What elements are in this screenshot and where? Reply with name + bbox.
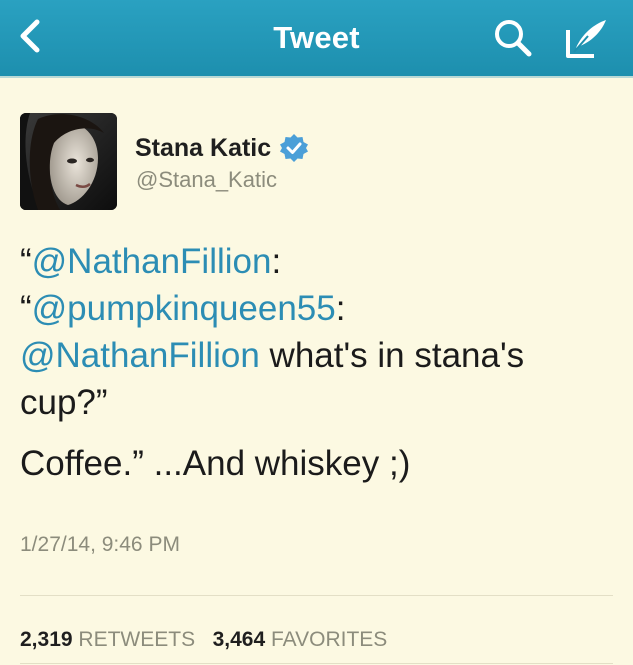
favorites-label: FAVORITES	[271, 628, 388, 651]
mention-link[interactable]: @NathanFillion	[32, 242, 272, 281]
tweet-text: “@NathanFillion: “@pumpkinqueen55: @Nathan…	[20, 238, 615, 487]
tweet-paragraph: Coffee.” ...And whiskey ;)	[20, 444, 411, 483]
favorites-stat[interactable]: 3,464 FAVORITES	[213, 628, 388, 651]
search-icon	[495, 20, 532, 57]
retweets-stat[interactable]: 2,319 RETWEETS	[20, 628, 195, 651]
author-name[interactable]: Stana Katic	[135, 134, 271, 163]
compose-tweet-icon	[566, 20, 606, 58]
search-button[interactable]	[488, 14, 538, 62]
avatar[interactable]	[20, 113, 117, 210]
verified-badge-icon	[280, 134, 309, 162]
colon-text: :	[271, 242, 282, 281]
divider	[20, 663, 613, 664]
profile-photo	[20, 113, 117, 210]
retweets-count: 2,319	[20, 628, 73, 651]
tweet-stats: 2,319 RETWEETS 3,464 FAVORITES	[20, 628, 387, 652]
colon-text: :	[335, 289, 346, 328]
back-button[interactable]	[8, 14, 52, 58]
compose-button[interactable]	[560, 12, 614, 64]
tweet-paragraph: “@NathanFillion: “@pumpkinqueen55: @Nathan…	[20, 238, 615, 426]
mention-link[interactable]: @NathanFillion	[20, 336, 260, 375]
retweets-label: RETWEETS	[78, 628, 196, 651]
quote-mark: “	[20, 242, 32, 281]
quote-mark: “	[20, 289, 32, 328]
tweet-timestamp: 1/27/14, 9:46 PM	[20, 533, 180, 556]
mention-link[interactable]: @pumpkinqueen55	[32, 289, 336, 328]
divider	[20, 595, 613, 596]
author-handle[interactable]: @Stana_Katic	[136, 167, 277, 193]
author-name-row[interactable]: Stana Katic	[135, 133, 309, 163]
chevron-left-icon	[20, 19, 40, 53]
navigation-bar: Tweet	[0, 0, 633, 78]
page-title: Tweet	[273, 20, 360, 55]
favorites-count: 3,464	[212, 628, 266, 651]
